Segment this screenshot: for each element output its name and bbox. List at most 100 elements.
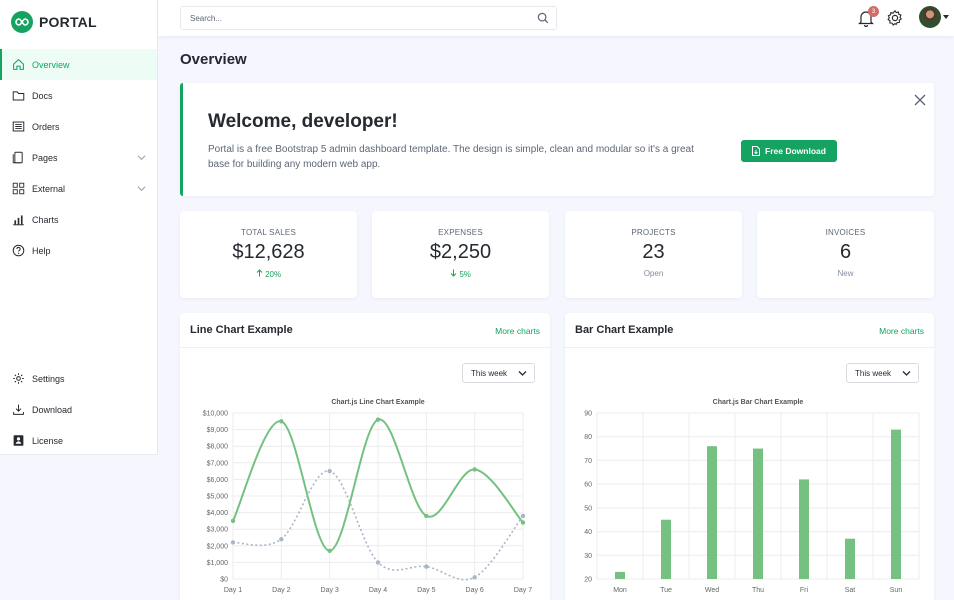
period-select-value: This week (471, 368, 508, 378)
search-icon[interactable] (536, 11, 550, 25)
x-tick-label: Day 4 (369, 587, 387, 594)
y-tick-label: 60 (584, 482, 592, 489)
data-point (375, 560, 381, 565)
y-tick-label: $5,000 (207, 494, 229, 501)
data-point (279, 419, 284, 424)
line-chart: Chart.js Line Chart Example $0 $1,000 $2,00… (203, 399, 533, 594)
arrow-up-icon (256, 269, 263, 277)
data-point (424, 513, 429, 519)
brand-logo-icon (11, 10, 33, 33)
sidebar-item-help[interactable]: Help (0, 235, 157, 266)
sidebar: PORTAL Overview Docs Orders Pages Extern… (0, 0, 158, 455)
x-tick-label: Day 6 (466, 587, 484, 594)
y-tick-label: $0 (220, 577, 228, 584)
gear-icon (11, 372, 25, 386)
files-icon (11, 151, 25, 165)
y-tick-label: $4,000 (207, 510, 229, 517)
stat-card-expenses[interactable]: Expenses $2,250 5% (372, 211, 549, 298)
y-tick-label: $1,000 (207, 560, 229, 567)
sidebar-nav: Overview Docs Orders Pages External Char… (0, 49, 157, 266)
period-select[interactable]: This week (846, 363, 919, 383)
period-select[interactable]: This week (462, 363, 535, 383)
stat-card-invoices[interactable]: Invoices 6 New (757, 211, 934, 298)
sidebar-item-label: Download (32, 404, 73, 415)
welcome-title: Welcome, developer! (208, 111, 398, 132)
chart-card-header: Line Chart Example More charts (180, 313, 550, 348)
data-point (327, 548, 332, 553)
sidebar-item-orders[interactable]: Orders (0, 111, 157, 142)
stat-change-value: 20% (265, 270, 282, 279)
bar (615, 571, 625, 579)
chevron-down-icon[interactable] (137, 184, 146, 193)
avatar[interactable] (919, 6, 941, 28)
data-point (472, 467, 477, 472)
bar (891, 429, 901, 579)
brand-name: PORTAL (39, 13, 97, 30)
stat-sub: Open (643, 269, 664, 278)
y-tick-label: 40 (584, 529, 592, 536)
y-tick-label: 70 (584, 458, 592, 465)
stat-card-total-sales[interactable]: Total Sales $12,628 20% (180, 211, 357, 298)
stat-sub: New (837, 269, 854, 278)
gear-icon[interactable] (886, 9, 904, 27)
more-charts-link[interactable]: More charts (879, 326, 924, 336)
search-input[interactable] (180, 6, 557, 30)
x-tick-label: Day 1 (224, 587, 242, 594)
chevron-down-icon[interactable] (137, 153, 146, 162)
license-icon (11, 434, 25, 448)
download-icon (11, 403, 25, 417)
x-tick-label: Day 5 (417, 587, 435, 594)
grid-icon (11, 182, 25, 196)
folder-icon (11, 89, 25, 103)
close-icon[interactable] (913, 93, 927, 107)
bar-chart-icon (11, 213, 25, 227)
stat-change: 5% (372, 269, 549, 279)
stat-label: Expenses (438, 228, 483, 237)
stat-value: 23 (642, 241, 665, 263)
x-tick-label: Day 2 (272, 587, 290, 594)
stat-label: Invoices (825, 228, 866, 237)
sidebar-item-settings[interactable]: Settings (0, 363, 157, 394)
top-header: 3 (158, 0, 954, 36)
sidebar-item-label: Overview (32, 59, 70, 70)
sidebar-item-label: Settings (32, 373, 65, 384)
bar (707, 446, 717, 579)
data-point (520, 520, 526, 525)
sidebar-item-label: Docs (32, 90, 53, 101)
bar-chart-card: Bar Chart Example More charts This week … (565, 313, 934, 600)
question-icon (11, 244, 25, 258)
y-tick-label: 90 (584, 411, 592, 418)
bar (661, 519, 671, 579)
x-tick-label: Sun (890, 587, 903, 594)
sidebar-item-label: External (32, 183, 66, 194)
sidebar-item-license[interactable]: License (0, 425, 157, 456)
free-download-button[interactable]: Free Download (741, 140, 837, 162)
sidebar-item-label: Pages (32, 152, 58, 163)
more-charts-link[interactable]: More charts (495, 326, 540, 336)
y-tick-label: $7,000 (207, 460, 229, 467)
caret-down-icon[interactable] (943, 15, 949, 19)
sidebar-item-external[interactable]: External (0, 173, 157, 204)
sidebar-item-overview[interactable]: Overview (0, 49, 157, 80)
data-point (230, 540, 236, 545)
period-select-value: This week (855, 368, 892, 378)
sidebar-item-pages[interactable]: Pages (0, 142, 157, 173)
data-point (520, 513, 526, 519)
brand[interactable]: PORTAL (0, 0, 157, 43)
chart-title: Chart.js Line Chart Example (331, 399, 424, 406)
sidebar-item-label: Orders (32, 121, 60, 132)
sidebar-item-download[interactable]: Download (0, 394, 157, 425)
stat-card-projects[interactable]: Projects 23 Open (565, 211, 742, 298)
stat-value: 6 (839, 241, 852, 263)
y-tick-label: 80 (584, 434, 592, 441)
sidebar-item-docs[interactable]: Docs (0, 80, 157, 111)
x-tick-label: Fri (800, 587, 809, 594)
sidebar-item-charts[interactable]: Charts (0, 204, 157, 235)
y-tick-label: 30 (584, 553, 592, 560)
sidebar-item-label: Help (32, 245, 51, 256)
home-icon (11, 58, 25, 72)
stat-value: $12,628 (232, 241, 305, 263)
sidebar-bottom-nav: Settings Download License (0, 363, 157, 456)
free-download-label: Free Download (765, 146, 826, 156)
chevron-down-icon (518, 371, 527, 376)
